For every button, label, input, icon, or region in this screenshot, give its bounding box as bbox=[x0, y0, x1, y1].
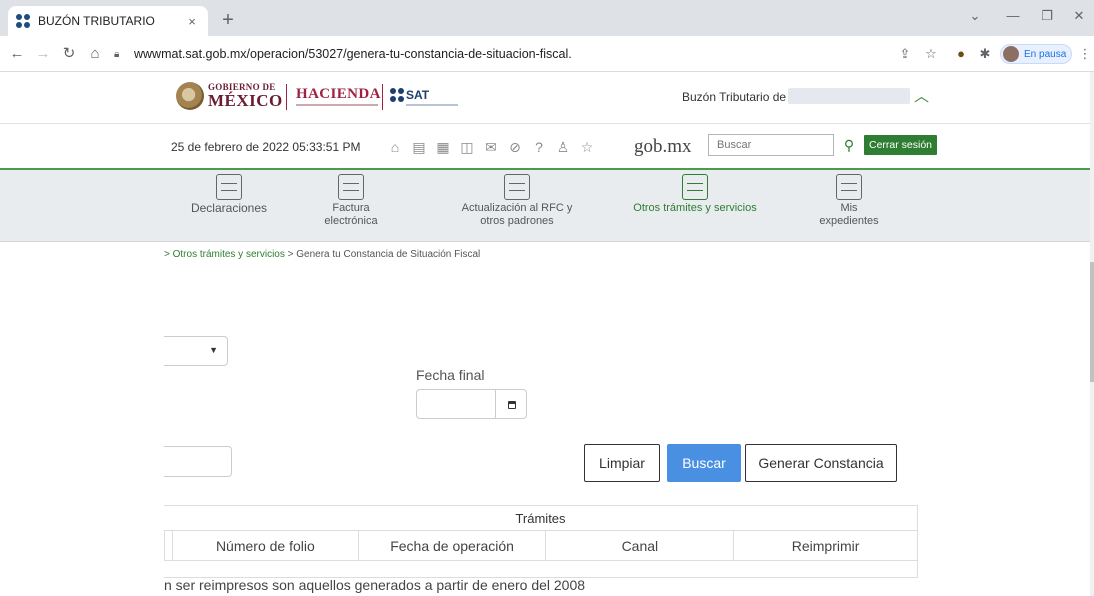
sat-subtitle bbox=[406, 104, 458, 106]
profile-button[interactable]: En pausa bbox=[1000, 44, 1072, 64]
hacienda-logo[interactable]: HACIENDA bbox=[296, 86, 381, 103]
generar-constancia-button[interactable]: Generar Constancia bbox=[745, 444, 897, 482]
menu-item-expedientes[interactable]: Mis expedientes bbox=[812, 170, 886, 242]
breadcrumb-link[interactable]: > Otros trámites y servicios bbox=[164, 249, 285, 260]
home-outline-icon[interactable]: ⌂ bbox=[386, 138, 404, 156]
user-icon[interactable]: ♙ bbox=[554, 138, 572, 156]
otros-tramites-icon bbox=[682, 174, 708, 200]
sat-favicon-icon bbox=[16, 14, 30, 28]
rfc-icon bbox=[504, 174, 530, 200]
extensions-puzzle-icon[interactable]: ✱ bbox=[976, 45, 994, 63]
book-icon[interactable]: ◫ bbox=[458, 138, 476, 156]
logo-divider bbox=[286, 84, 287, 110]
logo-divider bbox=[382, 84, 383, 110]
taxpayer-name-redacted bbox=[788, 88, 910, 104]
scrollbar-thumb[interactable] bbox=[1090, 262, 1094, 382]
tab-close-icon[interactable]: × bbox=[184, 14, 200, 29]
factura-icon bbox=[338, 174, 364, 200]
favorite-star-icon[interactable]: ☆ bbox=[578, 138, 596, 156]
lock-icon: 🔒︎ bbox=[114, 48, 120, 60]
help-icon[interactable]: ? bbox=[530, 138, 548, 156]
menu-item-otros-tramites[interactable]: Otros trámites y servicios bbox=[630, 170, 760, 242]
page-scrollbar[interactable] bbox=[1090, 72, 1094, 596]
calendar-icon bbox=[508, 401, 516, 409]
limpiar-button[interactable]: Limpiar bbox=[584, 444, 660, 482]
browser-menu-icon[interactable]: ⋮ bbox=[1076, 45, 1094, 63]
close-window-icon[interactable]: ✕ bbox=[1064, 8, 1094, 24]
hacienda-subtitle bbox=[296, 104, 378, 106]
search-icon[interactable]: ⚲ bbox=[840, 134, 858, 156]
share-icon[interactable]: ⇪ bbox=[896, 45, 914, 63]
bookmark-star-icon[interactable]: ☆ bbox=[922, 45, 940, 63]
logout-button[interactable]: Cerrar sesión bbox=[864, 135, 938, 155]
restore-window-icon[interactable]: ❐ bbox=[1032, 8, 1062, 24]
breadcrumb-current: > Genera tu Constancia de Situación Fisc… bbox=[287, 249, 481, 260]
table-header-cell: Número de folio bbox=[171, 531, 358, 560]
browser-toolbar: ← → ↻ ⌂ 🔒︎ wwwmat.sat.gob.mx/operacion/5… bbox=[0, 36, 1094, 72]
menu-item-declaraciones[interactable]: Declaraciones bbox=[186, 170, 272, 242]
compass-icon[interactable]: ⊘ bbox=[506, 138, 524, 156]
table-caption: Trámites bbox=[164, 506, 917, 531]
back-arrow-icon[interactable]: ← bbox=[6, 43, 28, 65]
calendar-icon[interactable]: ▦ bbox=[434, 138, 452, 156]
avatar bbox=[1003, 46, 1019, 62]
buzon-tributario-label: Buzón Tributario de bbox=[682, 90, 787, 104]
main-menu: Declaraciones Factura electrónica Actual… bbox=[0, 170, 1090, 242]
sat-dots-icon bbox=[390, 88, 404, 102]
browser-tab[interactable]: BUZÓN TRIBUTARIO × bbox=[8, 6, 208, 36]
home-icon[interactable]: ⌂ bbox=[84, 43, 106, 65]
fecha-final-label: Fecha final bbox=[416, 367, 485, 383]
caret-down-icon: ▼ bbox=[209, 345, 218, 355]
table-header-cell bbox=[164, 531, 172, 560]
address-bar[interactable]: 🔒︎ wwwmat.sat.gob.mx/operacion/53027/gen… bbox=[114, 42, 894, 66]
breadcrumb: > Otros trámites y servicios > Genera tu… bbox=[164, 249, 480, 260]
menu-item-rfc[interactable]: Actualización al RFC y otros padrones bbox=[452, 170, 582, 242]
browser-tabstrip: BUZÓN TRIBUTARIO × + ⌄ — ❐ ✕ bbox=[0, 0, 1094, 36]
new-tab-button[interactable]: + bbox=[216, 9, 240, 33]
fecha-final-input[interactable] bbox=[416, 389, 496, 419]
forward-arrow-icon[interactable]: → bbox=[32, 43, 54, 65]
sat-logo[interactable]: SAT bbox=[390, 88, 429, 102]
reload-icon[interactable]: ↻ bbox=[58, 43, 80, 65]
top-utility-bar: 25 de febrero de 2022 05:33:51 PM ⌂ ▤ ▦ … bbox=[0, 124, 1090, 170]
tab-search-chevron-icon[interactable]: ⌄ bbox=[960, 8, 990, 24]
table-row bbox=[164, 561, 917, 577]
document-icon[interactable]: ▤ bbox=[410, 138, 428, 156]
gobierno-seal-icon bbox=[176, 82, 204, 110]
tramites-table: Trámites Número de folio Fecha de operac… bbox=[164, 505, 918, 578]
tipo-select[interactable]: ▼ bbox=[164, 336, 228, 366]
minimize-window-icon[interactable]: — bbox=[998, 8, 1028, 23]
table-header-row: Número de folio Fecha de operación Canal… bbox=[164, 531, 917, 561]
expedientes-icon bbox=[836, 174, 862, 200]
chevron-up-icon[interactable]: ︿ bbox=[914, 85, 929, 106]
extension-cookie-icon[interactable]: ● bbox=[952, 45, 970, 63]
profile-status: En pausa bbox=[1024, 48, 1067, 60]
buscar-button[interactable]: Buscar bbox=[667, 444, 741, 482]
calendar-button[interactable] bbox=[495, 389, 527, 419]
reprint-note: n ser reimpresos son aquellos generados … bbox=[164, 577, 586, 593]
gobierno-mexico-logo[interactable]: GOBIERNO DE MÉXICO bbox=[208, 82, 283, 109]
site-search-input[interactable] bbox=[708, 134, 834, 156]
tab-title: BUZÓN TRIBUTARIO bbox=[38, 14, 155, 28]
session-datetime: 25 de febrero de 2022 05:33:51 PM bbox=[171, 140, 361, 154]
declaraciones-icon bbox=[216, 174, 242, 200]
url-text: wwwmat.sat.gob.mx/operacion/53027/genera… bbox=[134, 47, 572, 61]
gobmx-link[interactable]: gob.mx bbox=[634, 136, 692, 158]
table-header-cell: Fecha de operación bbox=[357, 531, 546, 560]
table-header-cell: Reimprimir bbox=[733, 531, 917, 560]
mail-icon[interactable]: ✉ bbox=[482, 138, 500, 156]
site-header: GOBIERNO DE MÉXICO HACIENDA SAT Buzón Tr… bbox=[0, 72, 1090, 124]
table-header-cell: Canal bbox=[545, 531, 733, 560]
folio-input[interactable] bbox=[164, 446, 232, 477]
menu-item-factura[interactable]: Factura electrónica bbox=[316, 170, 386, 242]
